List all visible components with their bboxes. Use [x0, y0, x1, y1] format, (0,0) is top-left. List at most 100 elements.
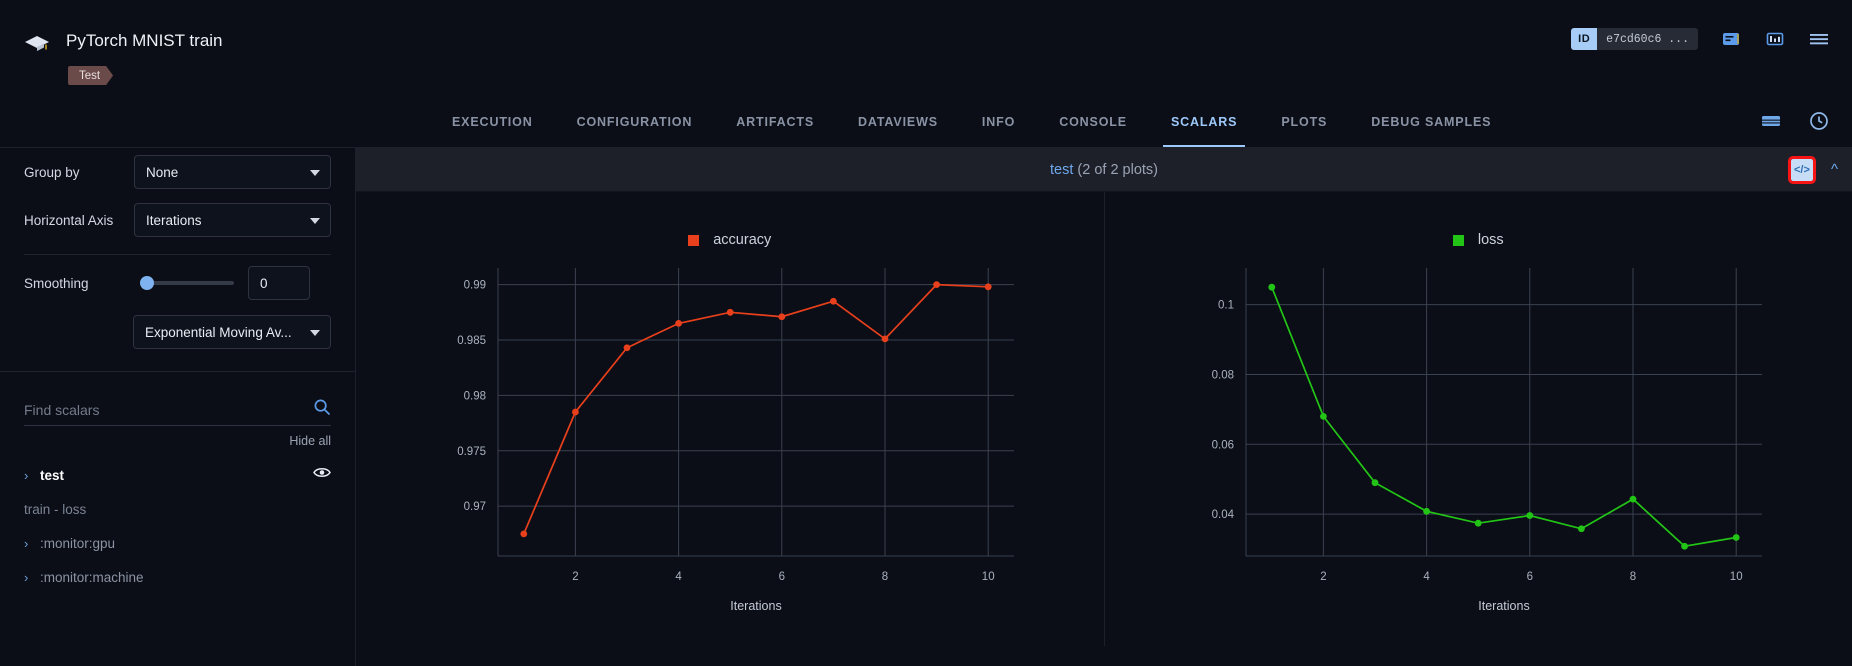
legend-swatch-loss[interactable]	[1453, 235, 1464, 246]
chevron-right-icon: ›	[24, 468, 40, 483]
horizontal-axis-row: Horizontal Axis Iterations	[0, 196, 355, 244]
data-point[interactable]	[881, 335, 888, 342]
tab-label: DATAVIEWS	[858, 115, 938, 129]
x-tick-label: 10	[1730, 571, 1743, 583]
plot-group-title: test (2 of 2 plots)	[1050, 162, 1158, 178]
id-label: ID	[1571, 28, 1597, 50]
details-panel-icon[interactable]	[1720, 28, 1742, 50]
tab-debug-samples[interactable]: DEBUG SAMPLES	[1349, 96, 1513, 147]
legend-swatch-accuracy[interactable]	[688, 235, 699, 246]
tree-item-monitor-machine[interactable]: › :monitor:machine	[24, 560, 331, 594]
data-point[interactable]	[675, 320, 682, 327]
tab-label: INFO	[982, 115, 1015, 129]
data-point[interactable]	[1269, 284, 1276, 291]
plots-row: accuracy 0.970.9750.980.9850.99246810Ite…	[356, 192, 1852, 646]
plot-group-name: test	[1050, 162, 1073, 178]
data-point[interactable]	[1630, 496, 1637, 503]
data-point[interactable]	[520, 530, 527, 537]
x-tick-label: 6	[778, 571, 784, 583]
eye-icon[interactable]	[313, 466, 331, 484]
tree-item-label: test	[40, 468, 64, 483]
y-tick-label: 0.08	[1212, 369, 1234, 381]
split-view-icon[interactable]	[1764, 28, 1786, 50]
smoothing-value: 0	[260, 276, 268, 291]
code-view-button[interactable]: </>	[1791, 159, 1813, 181]
group-by-label: Group by	[24, 165, 134, 180]
loss-chart-canvas[interactable]: 0.040.060.080.1246810Iterations	[1168, 254, 1788, 624]
tab-label: EXECUTION	[452, 115, 533, 129]
tab-info[interactable]: INFO	[960, 96, 1037, 147]
experiment-id-chip[interactable]: ID e7cd60c6 ...	[1571, 28, 1698, 50]
y-tick-label: 0.97	[463, 501, 485, 513]
smoothing-input[interactable]: 0	[248, 266, 310, 300]
hamburger-menu-icon[interactable]	[1808, 28, 1830, 50]
tab-console[interactable]: CONSOLE	[1037, 96, 1149, 147]
data-point[interactable]	[1475, 520, 1482, 527]
tab-dataviews[interactable]: DATAVIEWS	[836, 96, 960, 147]
tab-label: DEBUG SAMPLES	[1371, 115, 1491, 129]
y-tick-label: 0.99	[463, 280, 485, 292]
y-tick-label: 0.975	[457, 446, 486, 458]
series-line	[1272, 287, 1736, 546]
chevron-up-icon[interactable]: ^	[1831, 161, 1838, 178]
search-box[interactable]	[24, 394, 331, 426]
data-point[interactable]	[1372, 479, 1379, 486]
main-tabs: EXECUTION CONFIGURATION ARTIFACTS DATAVI…	[0, 96, 1852, 148]
y-tick-label: 0.1	[1218, 300, 1234, 312]
data-point[interactable]	[1681, 543, 1688, 550]
search-icon[interactable]	[313, 398, 331, 421]
series-line	[524, 285, 988, 534]
tree-item-train-loss[interactable]: train - loss	[24, 492, 331, 526]
data-point[interactable]	[985, 283, 992, 290]
tab-artifacts[interactable]: ARTIFACTS	[714, 96, 836, 147]
tab-plots[interactable]: PLOTS	[1259, 96, 1349, 147]
tab-label: ARTIFACTS	[736, 115, 814, 129]
group-by-value: None	[146, 165, 178, 180]
id-value: e7cd60c6 ...	[1597, 28, 1698, 50]
accuracy-chart-canvas[interactable]: 0.970.9750.980.9850.99246810Iterations	[420, 254, 1040, 624]
scalars-left-panel: Group by None Horizontal Axis Iterations…	[0, 148, 356, 666]
data-point[interactable]	[778, 313, 785, 320]
slider-thumb[interactable]	[140, 276, 154, 290]
data-point[interactable]	[727, 309, 734, 316]
data-point[interactable]	[933, 281, 940, 288]
tab-scalars[interactable]: SCALARS	[1149, 96, 1259, 147]
group-by-row: Group by None	[0, 148, 355, 196]
x-axis-title: Iterations	[1479, 599, 1530, 613]
tree-item-monitor-gpu[interactable]: › :monitor:gpu	[24, 526, 331, 560]
horizontal-axis-value: Iterations	[146, 213, 202, 228]
x-tick-label: 2	[1320, 571, 1326, 583]
data-point[interactable]	[623, 344, 630, 351]
table-view-icon[interactable]	[1760, 110, 1782, 132]
tab-execution[interactable]: EXECUTION	[430, 96, 555, 147]
group-by-select[interactable]: None	[134, 155, 331, 189]
plots-main-area: test (2 of 2 plots) </> ^ accuracy 0.97 0…	[356, 148, 1852, 666]
tree-item-label: :monitor:gpu	[40, 536, 115, 551]
data-point[interactable]	[1733, 534, 1740, 541]
data-point[interactable]	[1320, 413, 1327, 420]
hide-all-button[interactable]: Hide all	[0, 426, 355, 448]
search-input[interactable]	[24, 402, 313, 418]
tree-item-label: train - loss	[24, 502, 86, 517]
layers-icon	[22, 30, 52, 60]
x-tick-label: 2	[572, 571, 578, 583]
refresh-clock-icon[interactable]	[1808, 110, 1830, 132]
data-point[interactable]	[1578, 525, 1585, 532]
data-point[interactable]	[1423, 508, 1430, 515]
smoothing-algorithm-select[interactable]: Exponential Moving Av...	[133, 315, 331, 349]
data-point[interactable]	[572, 409, 579, 416]
horizontal-axis-select[interactable]: Iterations	[134, 203, 331, 237]
tag-row: Test	[68, 66, 113, 85]
data-point[interactable]	[830, 298, 837, 305]
x-tick-label: 8	[1630, 571, 1636, 583]
plot-loss: loss 0.040.060.080.1246810Iterations	[1104, 192, 1852, 646]
tab-configuration[interactable]: CONFIGURATION	[555, 96, 715, 147]
smoothing-slider[interactable]	[142, 281, 234, 285]
data-point[interactable]	[1527, 512, 1534, 519]
y-tick-label: 0.98	[463, 390, 485, 402]
tab-label: SCALARS	[1171, 115, 1237, 129]
status-tag[interactable]: Test	[68, 66, 113, 85]
tabs-list: EXECUTION CONFIGURATION ARTIFACTS DATAVI…	[430, 96, 1513, 147]
tree-item-test[interactable]: › test	[24, 458, 331, 492]
legend-label-accuracy: accuracy	[713, 232, 771, 248]
